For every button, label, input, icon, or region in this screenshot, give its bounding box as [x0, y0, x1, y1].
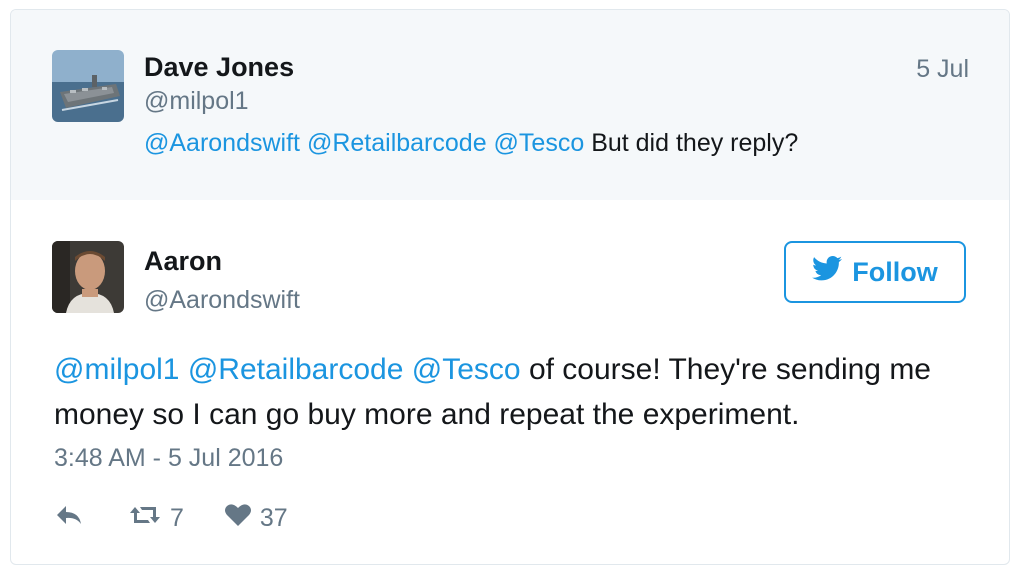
parent-tweet[interactable]: Dave Jones @milpol1 5 Jul @Aarondswift @… [11, 10, 1009, 200]
mention-link[interactable]: @Tesco [494, 129, 585, 157]
mention-link[interactable]: @milpol1 [54, 353, 180, 386]
reply-button[interactable] [54, 504, 84, 533]
parent-tweet-date[interactable]: 5 Jul [916, 55, 969, 84]
retweet-button[interactable]: 7 [128, 503, 184, 534]
retweet-icon [128, 503, 162, 534]
retweet-count: 7 [170, 503, 184, 532]
parent-author-handle[interactable]: @milpol1 [144, 87, 249, 116]
heart-icon [224, 503, 252, 534]
tweet-card: Dave Jones @milpol1 5 Jul @Aarondswift @… [10, 9, 1010, 565]
reply-icon [54, 504, 84, 533]
main-avatar[interactable] [52, 241, 124, 313]
like-count: 37 [259, 503, 288, 532]
main-author-handle[interactable]: @Aarondswift [144, 286, 300, 315]
tweet-timestamp[interactable]: 3:48 AM - 5 Jul 2016 [54, 444, 283, 473]
follow-label: Follow [852, 256, 938, 287]
mention-link[interactable]: @Tesco [412, 353, 521, 386]
main-tweet-text: @milpol1 @Retailbarcode @Tesco of course… [54, 347, 974, 437]
parent-tweet-body: But did they reply? [591, 129, 799, 157]
parent-author-name[interactable]: Dave Jones [144, 52, 294, 83]
mention-link[interactable]: @Retailbarcode [307, 129, 487, 157]
follow-button[interactable]: Follow [784, 241, 966, 303]
main-author-name[interactable]: Aaron [144, 246, 222, 277]
mention-link[interactable]: @Aarondswift [144, 129, 300, 157]
parent-avatar[interactable] [52, 50, 124, 122]
twitter-bird-icon [812, 256, 843, 288]
like-button[interactable]: 37 [224, 503, 288, 534]
mention-link[interactable]: @Retailbarcode [188, 353, 404, 386]
parent-tweet-text: @Aarondswift @Retailbarcode @Tesco But d… [144, 129, 798, 158]
tweet-actions: 7 37 [54, 503, 288, 533]
